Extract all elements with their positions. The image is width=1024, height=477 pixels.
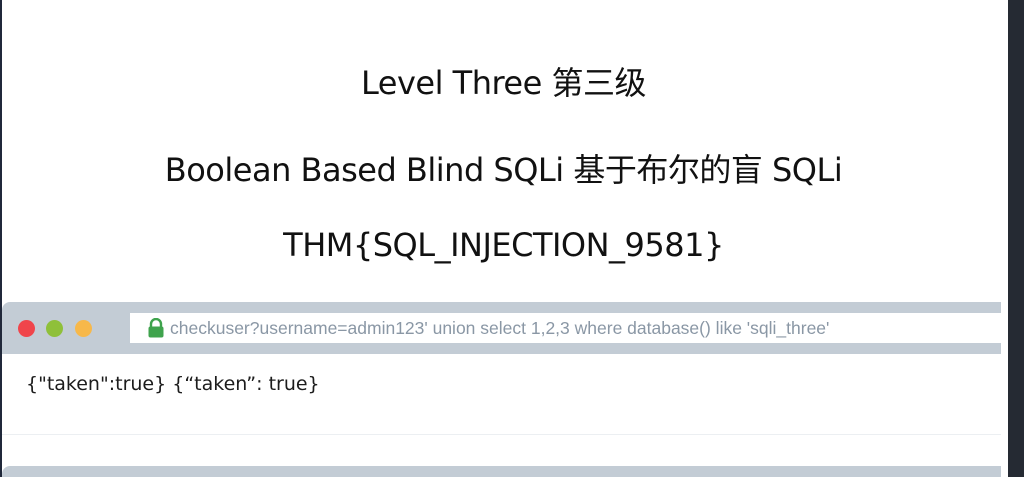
lock-icon: [148, 318, 164, 338]
level-heading: Level Three 第三级: [361, 64, 646, 102]
browser-window: checkuser?username=admin123' union selec…: [2, 302, 1001, 435]
maximize-dot-icon[interactable]: [75, 320, 92, 337]
address-url: checkuser?username=admin123' union selec…: [170, 318, 830, 338]
close-dot-icon[interactable]: [18, 320, 35, 337]
second-browser-toolbar: [2, 466, 1001, 477]
address-bar[interactable]: checkuser?username=admin123' union selec…: [130, 313, 1001, 343]
flag-heading: THM{SQL_INJECTION_9581}: [283, 226, 724, 264]
browser-toolbar: checkuser?username=admin123' union selec…: [2, 302, 1001, 354]
section-divider: [2, 434, 1001, 435]
right-window-border: [1005, 0, 1008, 477]
minimize-dot-icon[interactable]: [46, 320, 63, 337]
response-text: {"taken":true} {“taken”: true}: [26, 373, 320, 395]
technique-heading: Boolean Based Blind SQLi 基于布尔的盲 SQLi: [164, 151, 843, 189]
